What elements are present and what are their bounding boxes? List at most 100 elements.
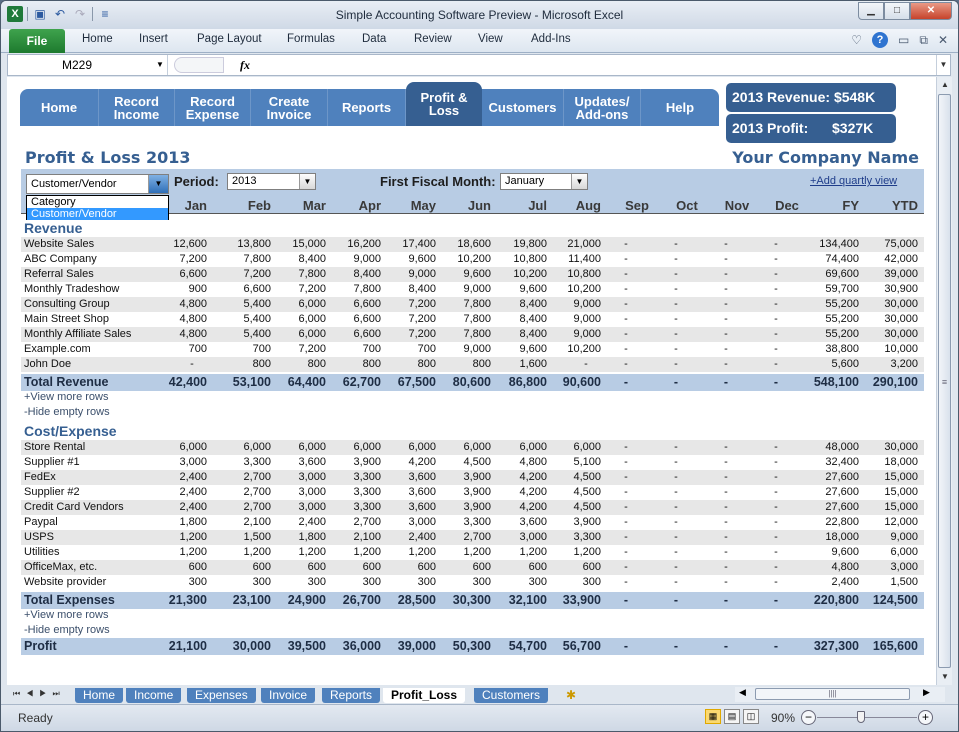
cell-oct[interactable]: - (662, 545, 690, 560)
cell-may[interactable]: 1,200 (376, 545, 436, 560)
revenue-hide-empty-link[interactable]: -Hide empty rows (24, 406, 110, 418)
cell-may[interactable]: 9,600 (376, 252, 436, 267)
cell-fy[interactable]: 5,600 (799, 357, 859, 372)
cell-oct[interactable]: - (662, 592, 690, 609)
cell-ytd[interactable]: 1,500 (858, 575, 918, 590)
cell-feb[interactable]: 23,100 (211, 592, 271, 609)
cell-jan[interactable]: 2,400 (147, 485, 207, 500)
sheet-tab-expenses[interactable]: Expenses (187, 688, 256, 703)
cell-fy[interactable]: 4,800 (799, 560, 859, 575)
cell-nov[interactable]: - (712, 455, 740, 470)
cell-sep[interactable]: - (612, 357, 640, 372)
cell-nov[interactable]: - (712, 515, 740, 530)
row-label[interactable]: Referral Sales (24, 267, 94, 282)
cell-feb[interactable]: 6,000 (211, 440, 271, 455)
zoom-slider[interactable]: − + (801, 710, 933, 726)
row-label[interactable]: FedEx (24, 470, 56, 485)
cell-mar[interactable]: 3,600 (266, 455, 326, 470)
formula-expand-handle[interactable] (174, 57, 224, 73)
cell-jun[interactable]: 7,800 (431, 327, 491, 342)
cell-fy[interactable]: 220,800 (799, 592, 859, 609)
row-label[interactable]: Profit (24, 638, 57, 655)
cell-oct[interactable]: - (662, 560, 690, 575)
cell-may[interactable]: 3,600 (376, 470, 436, 485)
cell-aug[interactable]: 90,600 (541, 374, 601, 391)
cell-jun[interactable]: 4,500 (431, 455, 491, 470)
cell-may[interactable]: 3,600 (376, 485, 436, 500)
cell-oct[interactable]: - (662, 440, 690, 455)
cell-feb[interactable]: 5,400 (211, 297, 271, 312)
scroll-right-icon[interactable]: ▶ (923, 687, 930, 698)
cell-mar[interactable]: 800 (266, 357, 326, 372)
cell-jul[interactable]: 9,600 (487, 282, 547, 297)
row-label[interactable]: Website Sales (24, 237, 94, 252)
cell-apr[interactable]: 62,700 (321, 374, 381, 391)
cell-may[interactable]: 2,400 (376, 530, 436, 545)
cell-ytd[interactable]: 12,000 (858, 515, 918, 530)
cell-nov[interactable]: - (712, 267, 740, 282)
cell-oct[interactable]: - (662, 312, 690, 327)
cell-ytd[interactable]: 9,000 (858, 530, 918, 545)
cell-mar[interactable]: 1,200 (266, 545, 326, 560)
cell-jan[interactable]: 21,300 (147, 592, 207, 609)
nav-reports[interactable]: Reports (328, 89, 406, 126)
cell-jan[interactable]: 700 (147, 342, 207, 357)
cell-mar[interactable]: 64,400 (266, 374, 326, 391)
cell-nov[interactable]: - (712, 237, 740, 252)
row-label[interactable]: Monthly Tradeshow (24, 282, 119, 297)
cell-sep[interactable]: - (612, 440, 640, 455)
cell-apr[interactable]: 3,300 (321, 485, 381, 500)
cell-jan[interactable]: 600 (147, 560, 207, 575)
cell-feb[interactable]: 1,500 (211, 530, 271, 545)
cell-jul[interactable]: 1,200 (487, 545, 547, 560)
cell-nov[interactable]: - (712, 327, 740, 342)
group-by-select[interactable]: Customer/Vendor ▼ (26, 174, 169, 194)
nav-record-income[interactable]: Record Income (99, 89, 175, 126)
cell-fy[interactable]: 38,800 (799, 342, 859, 357)
row-label[interactable]: Credit Card Vendors (24, 500, 124, 515)
cell-mar[interactable]: 1,800 (266, 530, 326, 545)
cell-feb[interactable]: 13,800 (211, 237, 271, 252)
cell-feb[interactable]: 2,700 (211, 500, 271, 515)
cell-may[interactable]: 7,200 (376, 327, 436, 342)
cell-fy[interactable]: 327,300 (799, 638, 859, 655)
cell-jul[interactable]: 8,400 (487, 312, 547, 327)
cell-apr[interactable]: 2,100 (321, 530, 381, 545)
cell-jun[interactable]: 7,800 (431, 312, 491, 327)
cell-ytd[interactable]: 30,000 (858, 440, 918, 455)
cell-dec[interactable]: - (762, 500, 790, 515)
cell-apr[interactable]: 8,400 (321, 267, 381, 282)
tab-view[interactable]: View (478, 33, 503, 45)
row-label[interactable]: Total Expenses (24, 592, 115, 609)
cell-nov[interactable]: - (712, 312, 740, 327)
cell-ytd[interactable]: 15,000 (858, 485, 918, 500)
page-break-view-icon[interactable]: ◫ (743, 709, 759, 724)
cell-mar[interactable]: 6,000 (266, 312, 326, 327)
cell-may[interactable]: 9,000 (376, 267, 436, 282)
sheet-tab-home[interactable]: Home (75, 688, 124, 703)
cell-may[interactable]: 28,500 (376, 592, 436, 609)
cell-may[interactable]: 17,400 (376, 237, 436, 252)
cell-feb[interactable]: 7,800 (211, 252, 271, 267)
cell-jan[interactable]: 4,800 (147, 312, 207, 327)
cell-sep[interactable]: - (612, 500, 640, 515)
cell-fy[interactable]: 48,000 (799, 440, 859, 455)
cell-jul[interactable]: 19,800 (487, 237, 547, 252)
cell-sep[interactable]: - (612, 575, 640, 590)
cell-jan[interactable]: 300 (147, 575, 207, 590)
cell-ytd[interactable]: 6,000 (858, 545, 918, 560)
cell-feb[interactable]: 2,100 (211, 515, 271, 530)
cell-may[interactable]: 39,000 (376, 638, 436, 655)
cell-nov[interactable]: - (712, 374, 740, 391)
cell-aug[interactable]: 9,000 (541, 327, 601, 342)
cell-nov[interactable]: - (712, 560, 740, 575)
expense-view-more-link[interactable]: +View more rows (24, 609, 108, 621)
cell-may[interactable]: 8,400 (376, 282, 436, 297)
cell-mar[interactable]: 7,800 (266, 267, 326, 282)
cell-dec[interactable]: - (762, 575, 790, 590)
sheet-tab-reports[interactable]: Reports (322, 688, 381, 703)
cell-mar[interactable]: 3,000 (266, 500, 326, 515)
insert-function-icon[interactable]: fx (240, 55, 256, 75)
cell-jun[interactable]: 10,200 (431, 252, 491, 267)
cell-mar[interactable]: 24,900 (266, 592, 326, 609)
